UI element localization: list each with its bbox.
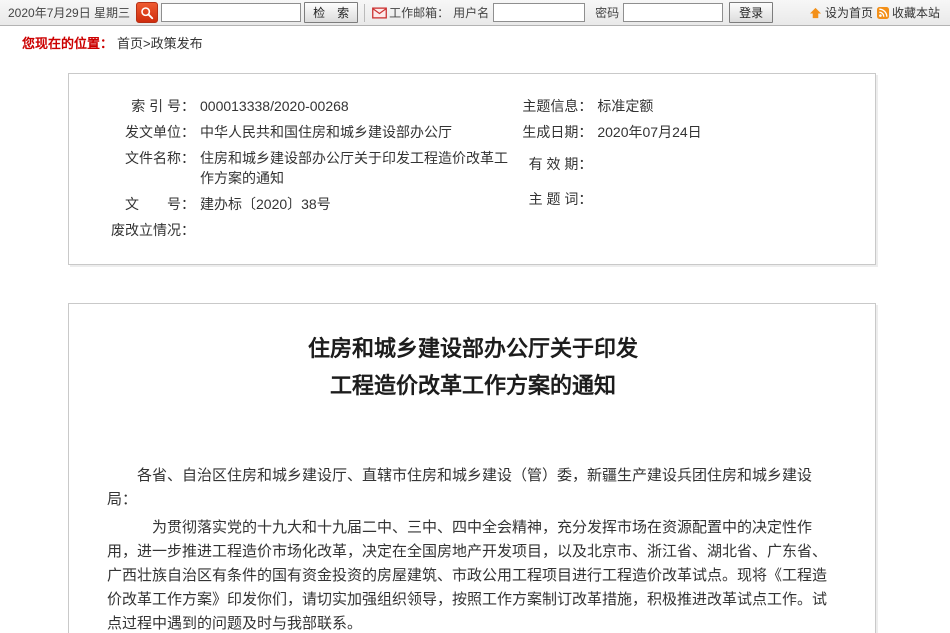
topic-info-label: 主题信息： [520,96,592,116]
document-salutation: 各省、自治区住房和城乡建设厅、直辖市住房和城乡建设（管）委，新疆生产建设兵团住房… [107,464,839,512]
document-content-box: 住房和城乡建设部办公厅关于印发 工程造价改革工作方案的通知 各省、自治区住房和城… [68,303,876,633]
breadcrumb-label: 您现在的位置： [22,33,113,52]
repeal-status-label: 废改立情况： [99,220,195,240]
info-row-index-number: 索 引 号： 000013338/2020-00268 [99,96,520,116]
validity-label: 有 效 期： [520,154,592,174]
file-title-value: 住房和城乡建设部办公厅关于印发工程造价改革工作方案的通知 [200,148,520,188]
info-row-repeal-status: 废改立情况： [99,220,520,240]
search-input[interactable] [161,3,301,22]
generated-date-value: 2020年07月24日 [597,122,701,142]
doc-number-label: 文 号： [99,194,195,214]
set-home-label: 设为首页 [825,4,873,21]
document-info-box: 索 引 号： 000013338/2020-00268 发文单位： 中华人民共和… [68,73,876,265]
password-input[interactable] [623,3,723,22]
issuing-unit-value: 中华人民共和国住房和城乡建设部办公厅 [200,122,452,142]
info-row-file-title: 文件名称： 住房和城乡建设部办公厅关于印发工程造价改革工作方案的通知 [99,148,520,188]
document-body: 各省、自治区住房和城乡建设厅、直辖市住房和城乡建设（管）委，新疆生产建设兵团住房… [107,464,839,633]
envelope-icon [372,7,387,19]
doc-number-value: 建办标〔2020〕38号 [200,194,331,214]
document-paragraph: 为贯彻落实党的十九大和十九届二中、三中、四中全会精神，充分发挥市场在资源配置中的… [107,516,839,633]
issuing-unit-label: 发文单位： [99,122,195,142]
index-number-label: 索 引 号： [99,96,195,116]
password-label: 密码 [595,4,619,21]
search-icon [140,6,154,20]
info-row-topic-info: 主题信息： 标准定额 [520,96,875,116]
breadcrumb: 您现在的位置： 首页>政策发布 [0,26,950,58]
info-row-validity: 有 效 期： [520,154,875,174]
info-left-column: 索 引 号： 000013338/2020-00268 发文单位： 中华人民共和… [69,96,520,246]
search-button-icon[interactable] [136,2,158,23]
username-label: 用户名 [453,4,489,21]
document-title: 住房和城乡建设部办公厅关于印发 工程造价改革工作方案的通知 [107,330,839,404]
topic-info-value: 标准定额 [597,96,653,116]
document-title-line1: 住房和城乡建设部办公厅关于印发 [308,336,638,361]
set-home-link[interactable]: 设为首页 [809,4,873,21]
index-number-value: 000013338/2020-00268 [200,96,349,116]
file-title-label: 文件名称： [99,148,195,168]
toolbar-divider [364,4,365,22]
breadcrumb-path[interactable]: 首页>政策发布 [117,33,203,52]
username-input[interactable] [493,3,585,22]
search-submit-button[interactable]: 检 索 [304,2,358,23]
work-mail-group: 工作邮箱： 用户名 [372,4,491,21]
bookmark-rss-icon [877,7,889,19]
info-row-issuing-unit: 发文单位： 中华人民共和国住房和城乡建设部办公厅 [99,122,520,142]
info-row-keywords: 主 题 词： [520,189,875,209]
favorite-site-link[interactable]: 收藏本站 [877,4,940,21]
info-right-column: 主题信息： 标准定额 生成日期： 2020年07月24日 有 效 期： 主 题 … [520,96,875,246]
generated-date-label: 生成日期： [520,122,592,142]
top-toolbar: 2020年7月29日 星期三 检 索 工作邮箱： 用户名 密码 登录 设为首页 [0,0,950,26]
document-title-line2: 工程造价改革工作方案的通知 [330,373,616,398]
toolbar-right-links: 设为首页 收藏本站 [809,4,940,21]
login-button[interactable]: 登录 [729,2,773,23]
info-row-generated-date: 生成日期： 2020年07月24日 [520,122,875,142]
keywords-label: 主 题 词： [520,189,592,209]
favorite-site-label: 收藏本站 [892,4,940,21]
current-date: 2020年7月29日 星期三 [8,4,130,21]
work-mail-label: 工作邮箱： [389,4,449,21]
info-row-doc-number: 文 号： 建办标〔2020〕38号 [99,194,520,214]
home-arrow-icon [809,7,822,19]
